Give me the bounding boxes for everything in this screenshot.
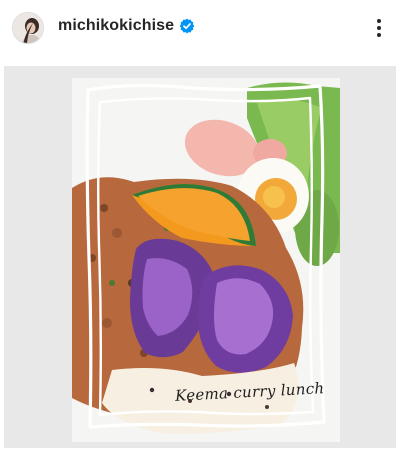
instagram-post: michikokichise Keema curry lunch: [0, 0, 403, 450]
post-image[interactable]: Keema curry lunch: [4, 66, 396, 448]
username-area: michikokichise: [58, 17, 195, 35]
avatar-image: [13, 13, 43, 43]
more-vertical-icon[interactable]: [367, 14, 391, 42]
avatar[interactable]: [12, 12, 44, 44]
username[interactable]: michikokichise: [58, 17, 174, 35]
verified-badge-icon: [179, 18, 195, 34]
food-photo: Keema curry lunch: [72, 78, 340, 442]
post-header: michikokichise: [0, 0, 403, 58]
